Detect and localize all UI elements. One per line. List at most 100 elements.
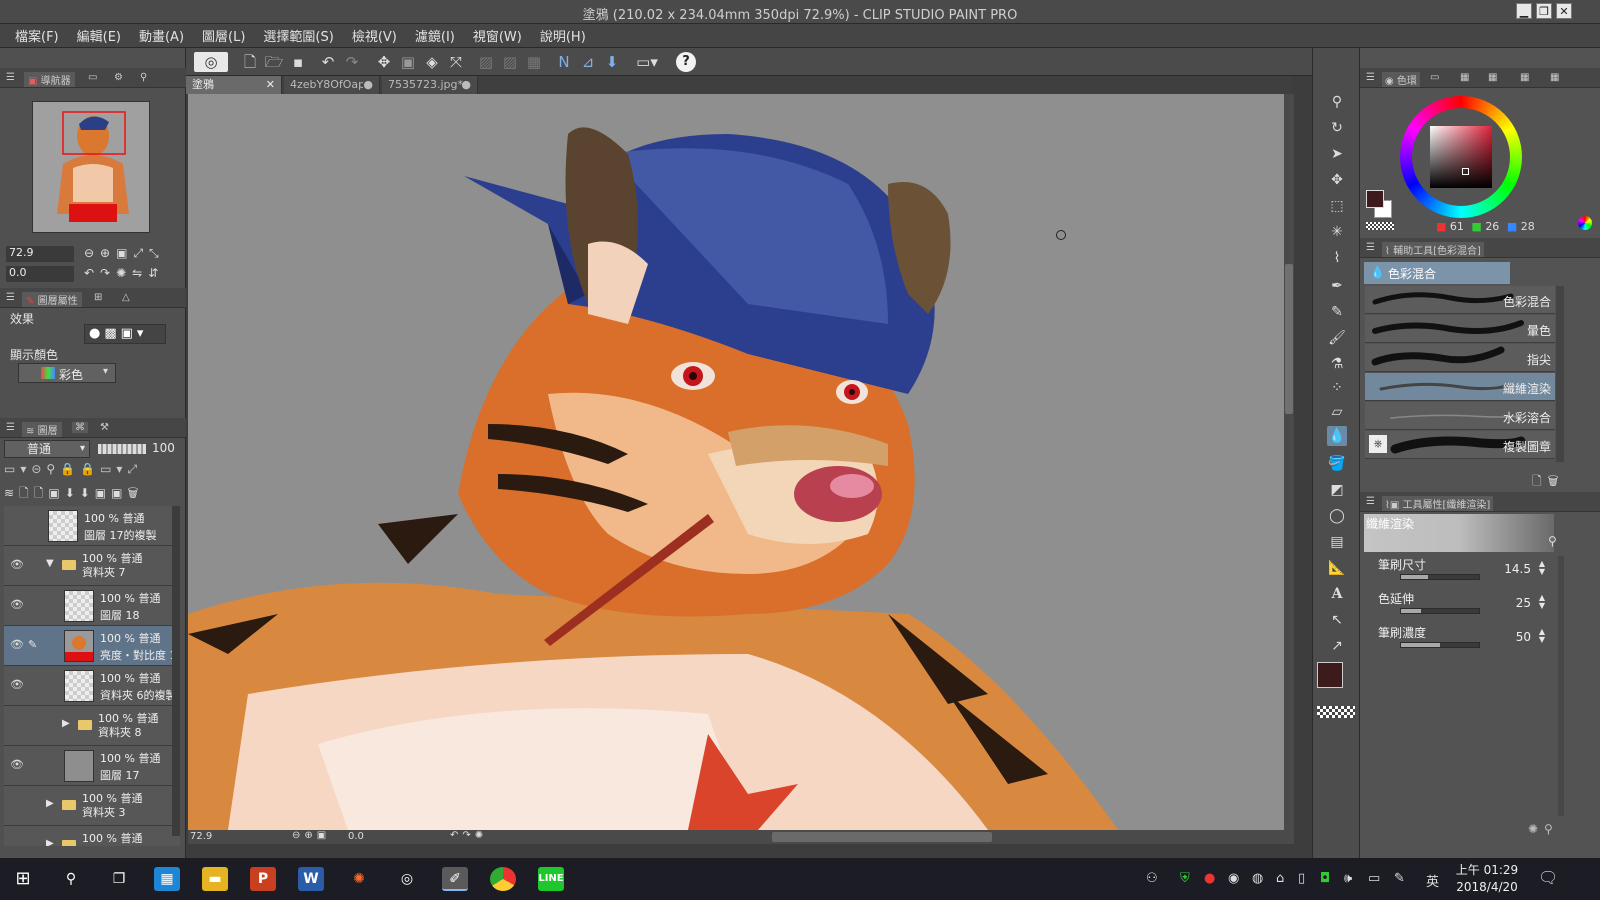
layer-row[interactable]: 👁 100 % 普通 資料夾 6的複製 2 xyxy=(4,666,180,706)
close-tab-icon[interactable]: ✕ xyxy=(266,76,275,94)
save-icon[interactable]: ▪ xyxy=(288,52,308,72)
document-tab-active[interactable]: 塗鴉 ✕ xyxy=(186,76,282,94)
new-file-icon[interactable]: 🗋 xyxy=(240,52,260,72)
stepper-icon[interactable]: ▲ ▼ xyxy=(1539,594,1545,610)
line-tray-icon[interactable]: ◘ xyxy=(1320,871,1330,886)
brush-item[interactable]: ⎈ 複製圖章 xyxy=(1365,431,1555,459)
auto-select-tool-icon[interactable]: ✳ xyxy=(1327,222,1347,242)
opacity-slider[interactable] xyxy=(98,444,146,454)
transparent-color-swatch[interactable] xyxy=(1317,706,1355,718)
color-wheel-tab[interactable]: ◉ 色環 xyxy=(1382,72,1420,87)
notification-icon[interactable]: 🗨 xyxy=(1538,868,1558,887)
brush-tool-icon[interactable]: 🖌 xyxy=(1327,328,1347,348)
scale-icon[interactable]: ▣ xyxy=(398,52,418,72)
folder-app-icon[interactable]: ▬ xyxy=(202,867,228,891)
vertical-scroll-thumb[interactable] xyxy=(1285,264,1293,414)
color-main-swatch[interactable] xyxy=(1366,190,1384,208)
brush-item[interactable]: 暈色 xyxy=(1365,315,1555,343)
layer-row[interactable]: 👁 100 % 普通 圖層 17 xyxy=(4,746,180,786)
close-tab-icon[interactable]: ● xyxy=(363,76,373,94)
property-slider[interactable] xyxy=(1400,642,1480,648)
blend-mode-select[interactable]: 普通 ▾ xyxy=(4,440,90,458)
layer-row[interactable]: 👁 ▼ 100 % 普通 資料夾 7 xyxy=(4,546,180,586)
wifi-icon[interactable]: ▭ xyxy=(1368,871,1380,886)
status-zoom-buttons[interactable]: ⊖⊕▣ xyxy=(292,830,330,841)
panel-menu-icon[interactable]: ☰ xyxy=(1366,242,1375,253)
redo-icon[interactable]: ↷ xyxy=(342,52,362,72)
gradient-tool-icon[interactable]: ◩ xyxy=(1327,480,1347,500)
sub-tool-group-button[interactable]: 💧 色彩混合 xyxy=(1364,262,1510,284)
pen-tool-icon[interactable]: ✒ xyxy=(1327,276,1347,296)
stepper-icon[interactable]: ▲ ▼ xyxy=(1539,560,1545,576)
volume-icon[interactable]: 🕪 xyxy=(1344,871,1352,886)
blend-tool-icon[interactable]: 💧 xyxy=(1327,426,1347,446)
brush-item[interactable]: 水彩溶合 xyxy=(1365,402,1555,430)
help-icon[interactable]: ? xyxy=(676,52,696,72)
decoration-tool-icon[interactable]: ⁘ xyxy=(1327,378,1347,398)
menu-animation[interactable]: 動畫(A) xyxy=(130,26,193,45)
layer-lock-buttons[interactable]: ▭▾⊝⚲🔒🔒▭▾⤢ xyxy=(4,462,180,480)
subview-tab[interactable]: ▭ xyxy=(88,72,97,83)
status-rotation-buttons[interactable]: ↶↷✺ xyxy=(450,830,487,841)
property-slider[interactable] xyxy=(1400,608,1480,614)
usb-icon[interactable]: ⌂ xyxy=(1276,871,1284,886)
maximize-button[interactable]: ❐ xyxy=(1536,3,1552,19)
chrome-app-icon[interactable] xyxy=(490,867,516,891)
drawing-canvas[interactable] xyxy=(188,94,1284,830)
panel-menu-icon[interactable]: ☰ xyxy=(6,422,15,433)
menu-window[interactable]: 視窗(W) xyxy=(464,26,531,45)
close-button[interactable]: ✕ xyxy=(1556,3,1572,19)
clear-icon[interactable]: ▨ xyxy=(476,52,496,72)
color-set-tab[interactable]: ▦ xyxy=(1460,72,1469,83)
chevron-down-icon[interactable]: ▼ xyxy=(46,558,54,569)
layer-list[interactable]: 100 % 普通 圖層 17的複製 👁 ▼ 100 % 普通 資料夾 7 👁 100 % 普通… xyxy=(4,506,180,846)
clear-outside-icon[interactable]: ▨ xyxy=(500,52,520,72)
opacity-value[interactable]: 100 xyxy=(152,441,175,455)
move-tool-icon[interactable]: ↻ xyxy=(1327,118,1347,138)
menu-layer[interactable]: 圖層(L) xyxy=(193,26,254,45)
tool-property-row[interactable]: 筆刷濃度 50 ▲ ▼ xyxy=(1370,624,1555,658)
property-value[interactable]: 14.5 xyxy=(1504,562,1531,576)
layer-row[interactable]: 👁 100 % 普通 圖層 18 xyxy=(4,586,180,626)
powerpoint-app-icon[interactable]: P xyxy=(250,867,276,891)
eraser-tool-icon[interactable]: ▱ xyxy=(1327,402,1347,422)
navigator-thumbnail[interactable] xyxy=(32,101,150,233)
settings-dropdown-icon[interactable]: ▭▾ xyxy=(632,52,662,72)
ruler-tool-icon[interactable]: 📐 xyxy=(1327,558,1347,578)
fill-icon[interactable]: ◈ xyxy=(422,52,442,72)
frame-tool-icon[interactable]: ▤ xyxy=(1327,532,1347,552)
menu-help[interactable]: 說明(H) xyxy=(531,26,595,45)
chevron-right-icon[interactable]: ▶ xyxy=(46,838,54,846)
display-color-select[interactable]: 彩色 ▾ xyxy=(18,363,116,383)
brush-list[interactable]: 色彩混合 暈色 指尖 纖維渲染 水彩溶合 ⎈ 複製圖章 xyxy=(1360,286,1560,466)
document-tab[interactable]: 4zebY8OfOapr ● xyxy=(284,76,380,94)
color-mode-icon[interactable] xyxy=(1578,216,1592,230)
word-app-icon[interactable]: W xyxy=(298,867,324,891)
rotation-slider[interactable]: 0.0 xyxy=(6,266,74,282)
people-icon[interactable]: ⚇ xyxy=(1146,871,1158,886)
animation-tab[interactable]: ⌘ xyxy=(72,422,88,433)
swirl-app-icon[interactable]: ✺ xyxy=(346,867,372,891)
fill-selection-icon[interactable]: ▦ xyxy=(524,52,544,72)
eye-icon[interactable]: 👁 xyxy=(10,559,24,570)
eye-icon[interactable]: 👁 xyxy=(10,599,24,610)
chevron-right-icon[interactable]: ▶ xyxy=(46,798,54,809)
grid-snap-icon[interactable]: ⬇ xyxy=(602,52,622,72)
menu-edit[interactable]: 編輯(E) xyxy=(68,26,130,45)
zoom-tool-icon[interactable]: ⚲ xyxy=(1327,92,1347,112)
layer-row[interactable]: ▶ 100 % 普通 資料夾 8 xyxy=(4,706,180,746)
status-rotation-value[interactable]: 0.0 xyxy=(348,831,364,842)
tray-app-icon[interactable]: ▯ xyxy=(1298,871,1305,886)
horizontal-scroll-thumb[interactable] xyxy=(772,832,992,842)
layer-list-scrollbar[interactable] xyxy=(172,506,180,836)
shield-icon[interactable]: ⛨ xyxy=(1180,871,1190,886)
airbrush-tool-icon[interactable]: ⚗ xyxy=(1327,354,1347,374)
clip-studio-paint-app-icon[interactable]: ✐ xyxy=(442,867,468,891)
chevron-right-icon[interactable]: ▶ xyxy=(62,718,70,729)
close-tab-icon[interactable]: ● xyxy=(461,76,471,94)
selection-tool-icon[interactable]: ⬚ xyxy=(1327,196,1347,216)
brush-item[interactable]: 色彩混合 xyxy=(1365,286,1555,314)
operation-tool-icon[interactable]: ➤ xyxy=(1327,144,1347,164)
layer-row[interactable]: 👁 ✎ 100 % 普通 亮度・對比度 1 xyxy=(4,626,180,666)
transform-icon[interactable]: ✥ xyxy=(374,52,394,72)
